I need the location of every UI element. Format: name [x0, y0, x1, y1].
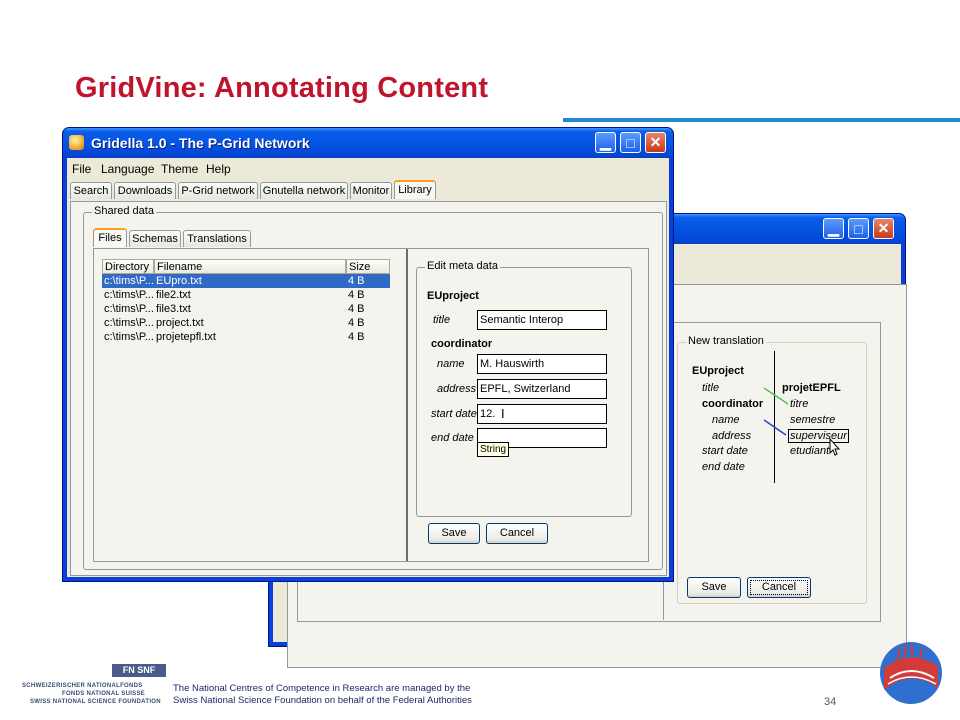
snf-logo: FN SNF Schweizerischer Nationalfonds Fon… [22, 664, 172, 710]
table-row[interactable]: c:\tims\P... projetepfl.txt 4 B [102, 330, 390, 344]
close-button[interactable]: ✕ [645, 132, 666, 153]
cell-directory: c:\tims\P... [104, 331, 154, 343]
edit-meta-data-label: Edit meta data [425, 260, 500, 272]
meta-address-label: address [437, 383, 477, 395]
gridella-titlebar[interactable]: Gridella 1.0 - The P-Grid Network ▁ □ ✕ [63, 128, 673, 158]
meta-root: EUproject [427, 290, 479, 302]
type-tooltip: String [477, 442, 510, 457]
text-cursor-icon: I [501, 406, 505, 421]
window-title: Gridella 1.0 - The P-Grid Network [91, 135, 310, 151]
library-subtabs: Files Schemas Translations [93, 228, 393, 249]
meta-coordinator-label: coordinator [431, 338, 493, 350]
col-header-filename[interactable]: Filename [154, 259, 346, 274]
split-pane-divider[interactable] [406, 249, 408, 561]
shared-data-label: Shared data [92, 205, 156, 217]
cell-filename: projetepfl.txt [156, 331, 216, 343]
meta-save-button[interactable]: Save [428, 523, 480, 544]
maximize-button[interactable]: □ [620, 132, 641, 153]
menu-language[interactable]: Language [101, 162, 154, 176]
cell-directory: c:\tims\P... [104, 317, 154, 329]
tab-library[interactable]: Library [394, 180, 436, 199]
minimize-button[interactable]: ▁ [595, 132, 616, 153]
files-panel: Directory Filename Size c:\tims\P... EUp… [93, 248, 649, 562]
tab-pgrid-network[interactable]: P-Grid network [178, 182, 258, 199]
snf-logo-line3: Swiss National Science Foundation [30, 699, 161, 705]
mapping-line-name [763, 419, 787, 436]
mapping-lines [763, 387, 841, 456]
close-button[interactable]: ✕ [873, 218, 894, 239]
meta-start-date-field[interactable]: 12. [477, 404, 607, 424]
cell-size: 4 B [348, 331, 365, 343]
meta-name-label: name [437, 358, 465, 370]
menu-file[interactable]: File [72, 162, 91, 176]
main-tabs: Search Downloads P-Grid network Gnutella… [70, 180, 665, 201]
col-header-directory[interactable]: Directory [102, 259, 154, 274]
snf-logo-line1: Schweizerischer Nationalfonds [22, 683, 143, 689]
maximize-icon: □ [626, 134, 635, 151]
meta-title-field[interactable]: Semantic Interop [477, 310, 607, 330]
tab-monitor[interactable]: Monitor [350, 182, 392, 199]
cell-filename: EUpro.txt [156, 275, 202, 287]
maximize-button[interactable]: □ [848, 218, 869, 239]
subtab-translations[interactable]: Translations [183, 230, 251, 247]
close-icon: ✕ [649, 134, 662, 150]
snf-logo-mark: FN SNF [112, 664, 166, 677]
table-row[interactable]: c:\tims\P... file3.txt 4 B [102, 302, 390, 316]
footer-line2: Swiss National Science Foundation on beh… [173, 695, 472, 706]
maximize-icon: □ [854, 220, 863, 237]
files-table: Directory Filename Size c:\tims\P... EUp… [102, 259, 402, 555]
gridella-client: File Language Theme Help Search Download… [67, 158, 669, 577]
edit-meta-data-group: Edit meta data EUproject title Semantic … [416, 260, 632, 517]
minimize-button[interactable]: ▁ [823, 218, 844, 239]
cell-filename: project.txt [156, 317, 204, 329]
menu-help[interactable]: Help [206, 162, 231, 176]
mouse-cursor-icon [829, 437, 841, 456]
library-panel: Shared data Files Schemas Translations D… [70, 201, 667, 576]
cell-directory: c:\tims\P... [104, 303, 154, 315]
cell-size: 4 B [348, 275, 365, 287]
gridella-window: Gridella 1.0 - The P-Grid Network ▁ □ ✕ … [62, 127, 674, 582]
app-icon [69, 135, 84, 150]
cell-filename: file3.txt [156, 303, 191, 315]
col-header-size[interactable]: Size [346, 259, 390, 274]
cell-size: 4 B [348, 317, 365, 329]
cell-size: 4 B [348, 303, 365, 315]
cell-directory: c:\tims\P... [104, 275, 154, 287]
footer-text: The National Centres of Competence in Re… [173, 683, 472, 707]
table-row[interactable]: c:\tims\P... project.txt 4 B [102, 316, 390, 330]
slide-title: GridVine: Annotating Content [75, 72, 489, 104]
close-icon: ✕ [877, 220, 890, 236]
cell-filename: file2.txt [156, 289, 191, 301]
page-number: 34 [824, 696, 837, 708]
translation-save-button[interactable]: Save [687, 577, 741, 598]
subtab-files[interactable]: Files [93, 228, 127, 247]
footer-line1: The National Centres of Competence in Re… [173, 683, 471, 694]
table-row[interactable]: c:\tims\P... file2.txt 4 B [102, 288, 390, 302]
translation-cancel-button[interactable]: Cancel [747, 577, 811, 598]
cell-directory: c:\tims\P... [104, 289, 154, 301]
tab-gnutella-network[interactable]: Gnutella network [260, 182, 348, 199]
nccr-logo-icon [880, 642, 942, 704]
menu-theme[interactable]: Theme [161, 162, 198, 176]
meta-title-label: title [433, 314, 451, 326]
tab-search[interactable]: Search [70, 182, 112, 199]
meta-end-date-label: end date [431, 432, 474, 444]
subtab-schemas[interactable]: Schemas [129, 230, 181, 247]
tab-downloads[interactable]: Downloads [114, 182, 176, 199]
meta-address-field[interactable]: EPFL, Switzerland [477, 379, 607, 399]
snf-logo-line2: Fonds national suisse [62, 691, 146, 697]
meta-start-date-label: start date [431, 408, 477, 420]
minimize-icon: ▁ [828, 220, 839, 236]
minimize-icon: ▁ [600, 134, 611, 150]
cell-size: 4 B [348, 289, 365, 301]
title-rule [563, 118, 960, 122]
mapping-line-title [763, 387, 789, 405]
meta-name-field[interactable]: M. Hauswirth [477, 354, 607, 374]
table-row[interactable]: c:\tims\P... EUpro.txt 4 B [102, 274, 390, 288]
meta-cancel-button[interactable]: Cancel [486, 523, 548, 544]
new-translation-group: New translation EUproject title coordina… [677, 335, 867, 604]
